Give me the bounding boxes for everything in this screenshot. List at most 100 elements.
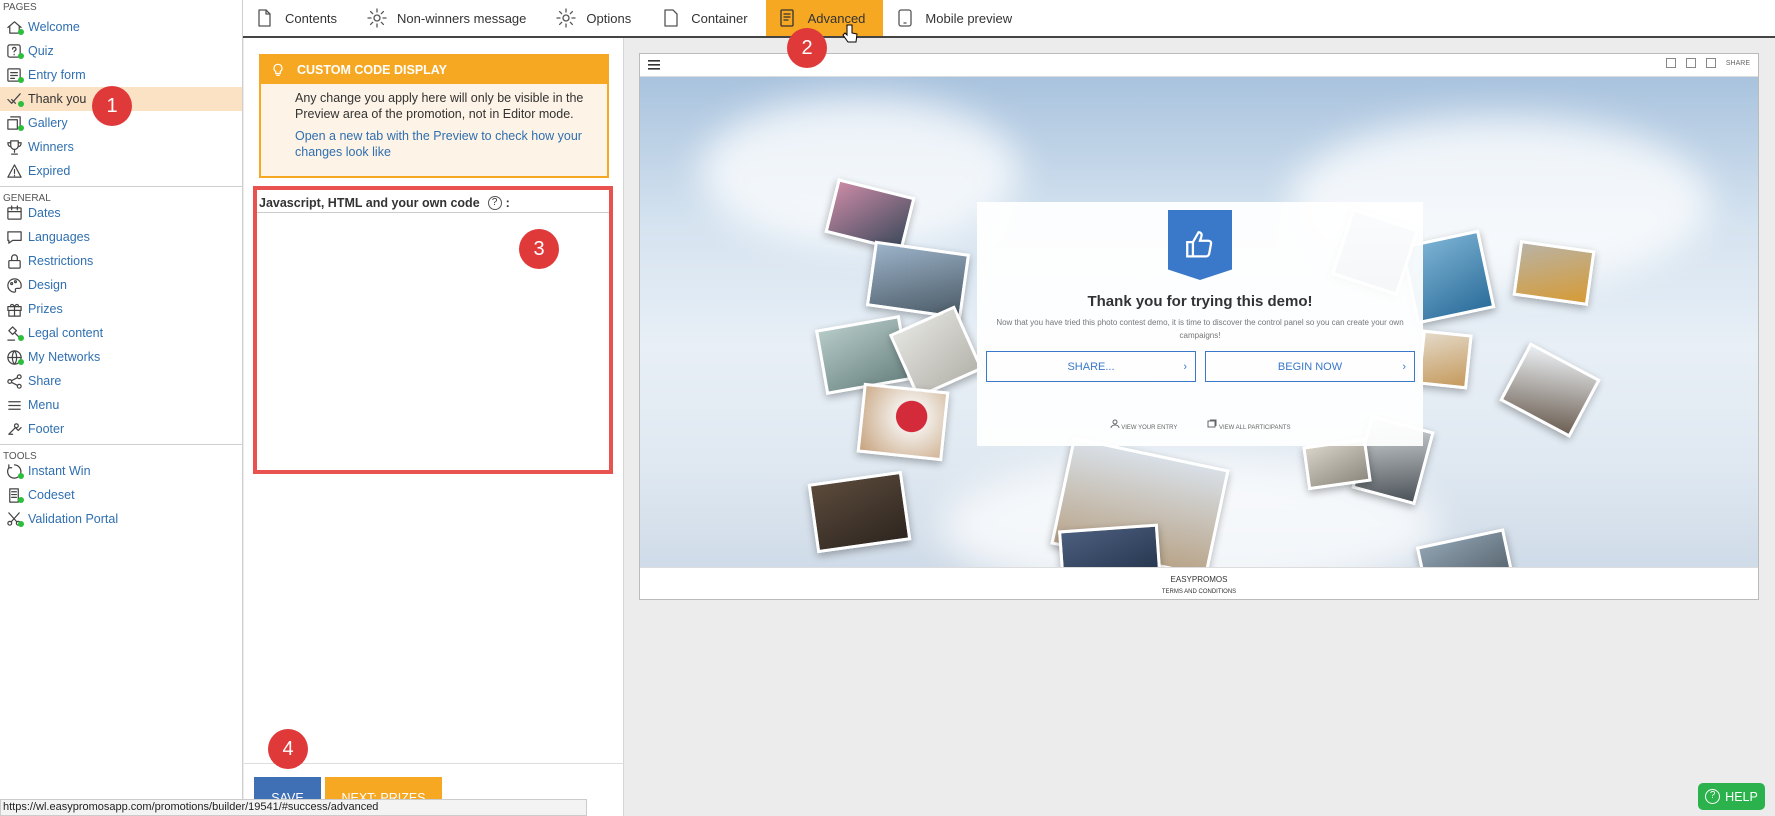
chevron-right-icon: ›: [1183, 360, 1187, 373]
sidebar-item-codeset[interactable]: Codeset: [0, 483, 242, 507]
help-button[interactable]: ? HELP: [1698, 783, 1765, 810]
sidebar-item-my-networks[interactable]: My Networks: [0, 345, 242, 369]
lock-icon: [7, 253, 21, 269]
sidebar-item-label: Thank you: [28, 92, 87, 106]
sidebar-item-label: Expired: [28, 164, 71, 178]
preview-begin-button[interactable]: BEGIN NOW ›: [1205, 351, 1415, 382]
code-label: Javascript, HTML and your own code ? :: [257, 190, 609, 213]
sidebar-item-design[interactable]: Design: [0, 273, 242, 297]
step-marker-4: 4: [268, 729, 308, 769]
hamburger-menu-icon[interactable]: [648, 60, 660, 70]
sidebar-item-restrictions[interactable]: Restrictions: [0, 249, 242, 273]
menu-icon-wrap: [4, 395, 24, 415]
gear-icon: [367, 8, 387, 28]
sidebar-section-title: TOOLS: [0, 444, 242, 462]
gallery-icon: [1207, 419, 1217, 428]
notice-header: CUSTOM CODE DISPLAY: [261, 56, 607, 84]
status-dot: [18, 359, 24, 365]
sidebar-item-label: Menu: [28, 398, 60, 412]
gavel-icon-wrap: [4, 323, 24, 343]
custom-code-notice: CUSTOM CODE DISPLAY Any change you apply…: [259, 54, 609, 178]
view-all-link[interactable]: VIEW ALL PARTICIPANTS: [1207, 419, 1290, 431]
preview-background: Thank you for trying this demo! Now that…: [640, 77, 1758, 567]
status-dot: [18, 125, 24, 131]
status-dot: [18, 53, 24, 59]
facebook-icon[interactable]: [1665, 58, 1676, 68]
sidebar-item-prizes[interactable]: Prizes: [0, 297, 242, 321]
code-label-text: Javascript, HTML and your own code: [259, 196, 480, 210]
tab-contents[interactable]: Contents: [243, 0, 355, 36]
warning-icon-wrap: [4, 161, 24, 181]
gallery-photo: [1417, 329, 1473, 390]
preview-link[interactable]: Open a new tab with the Preview to check…: [261, 122, 607, 160]
sidebar-item-instant-win[interactable]: Instant Win: [0, 459, 242, 483]
status-dot: [18, 29, 24, 35]
sidebar-item-label: Gallery: [28, 116, 68, 130]
share-icon: [6, 373, 22, 389]
sidebar-item-label: Prizes: [28, 302, 63, 316]
step-marker-1: 1: [92, 86, 132, 126]
preview-share-label[interactable]: SHARE: [1726, 60, 1750, 67]
speech-bubble-icon-wrap: [4, 227, 24, 247]
step-marker-2: 2: [787, 28, 827, 68]
sidebar-item-footer[interactable]: Footer: [0, 417, 242, 441]
sidebar-item-quiz[interactable]: Quiz: [0, 39, 242, 63]
code-file-icon: [779, 9, 794, 27]
sidebar-item-label: My Networks: [28, 350, 101, 364]
view-entry-label: VIEW YOUR ENTRY: [1121, 425, 1178, 431]
help-icon[interactable]: ?: [487, 196, 502, 210]
preview-share-button[interactable]: SHARE... ›: [986, 351, 1196, 382]
tab-label: Container: [691, 10, 748, 26]
tab-label: Mobile preview: [925, 10, 1013, 26]
tab-non-winners-message[interactable]: Non-winners message: [355, 0, 544, 36]
sidebar-item-label: Legal content: [28, 326, 104, 340]
view-all-label: VIEW ALL PARTICIPANTS: [1219, 425, 1291, 431]
preview-footer: EASYPROMOS TERMS AND CONDITIONS: [640, 567, 1758, 599]
sidebar-item-legal-content[interactable]: Legal content: [0, 321, 242, 345]
calendar-icon: [6, 204, 22, 220]
sidebar-item-dates[interactable]: Dates: [0, 201, 242, 225]
promotion-preview: SHARE Thank you for trying this demo! No…: [639, 53, 1759, 600]
sidebar-item-menu[interactable]: Menu: [0, 393, 242, 417]
view-entry-link[interactable]: VIEW YOUR ENTRY: [1110, 419, 1178, 431]
globe-icon-wrap: [4, 347, 24, 367]
terms-link[interactable]: TERMS AND CONDITIONS: [640, 586, 1758, 598]
sidebar-item-welcome[interactable]: Welcome: [0, 15, 242, 39]
preview-social-bar: SHARE: [1665, 58, 1750, 68]
tab-options[interactable]: Options: [544, 0, 649, 36]
gallery-photo: [1512, 239, 1596, 307]
sidebar-section-title: GENERAL: [0, 186, 242, 204]
sidebar-item-label: Languages: [28, 230, 90, 244]
status-dot: [18, 335, 24, 341]
sidebar-item-validation-portal[interactable]: Validation Portal: [0, 507, 242, 531]
sidebar-item-label: Welcome: [28, 20, 80, 34]
checkmark-icon-wrap: [4, 89, 24, 109]
sidebar-item-entry-form[interactable]: Entry form: [0, 63, 242, 87]
sidebar-item-expired[interactable]: Expired: [0, 159, 242, 183]
tab-advanced[interactable]: Advanced: [765, 0, 884, 36]
status-dot: [18, 77, 24, 83]
user-icon: [1110, 419, 1120, 429]
twitter-icon[interactable]: [1685, 58, 1696, 68]
palette-icon-wrap: [4, 275, 24, 295]
thumbs-up-icon: [1168, 210, 1232, 280]
step-marker-3: 3: [519, 229, 559, 269]
gallery-photo: [1499, 342, 1601, 438]
sidebar-item-share[interactable]: Share: [0, 369, 242, 393]
sidebar-item-languages[interactable]: Languages: [0, 225, 242, 249]
share-icon-wrap: [4, 371, 24, 391]
status-dot: [18, 473, 24, 479]
instant-win-icon-wrap: [4, 461, 24, 481]
youtube-icon[interactable]: [1705, 58, 1716, 68]
preview-subtitle: Now that you have tried this photo conte…: [996, 318, 1404, 340]
tab-mobile-preview[interactable]: Mobile preview: [883, 0, 1030, 36]
status-dot: [18, 497, 24, 503]
tab-container[interactable]: Container: [649, 0, 765, 36]
trophy-icon-wrap: [4, 137, 24, 157]
codeset-icon-wrap: [4, 485, 24, 505]
form-icon-wrap: [4, 65, 24, 85]
sidebar-item-winners[interactable]: Winners: [0, 135, 242, 159]
notice-text: Any change you apply here will only be v…: [295, 91, 584, 121]
chevron-right-icon: ›: [1402, 360, 1406, 373]
sidebar-section-title: PAGES: [3, 2, 37, 13]
